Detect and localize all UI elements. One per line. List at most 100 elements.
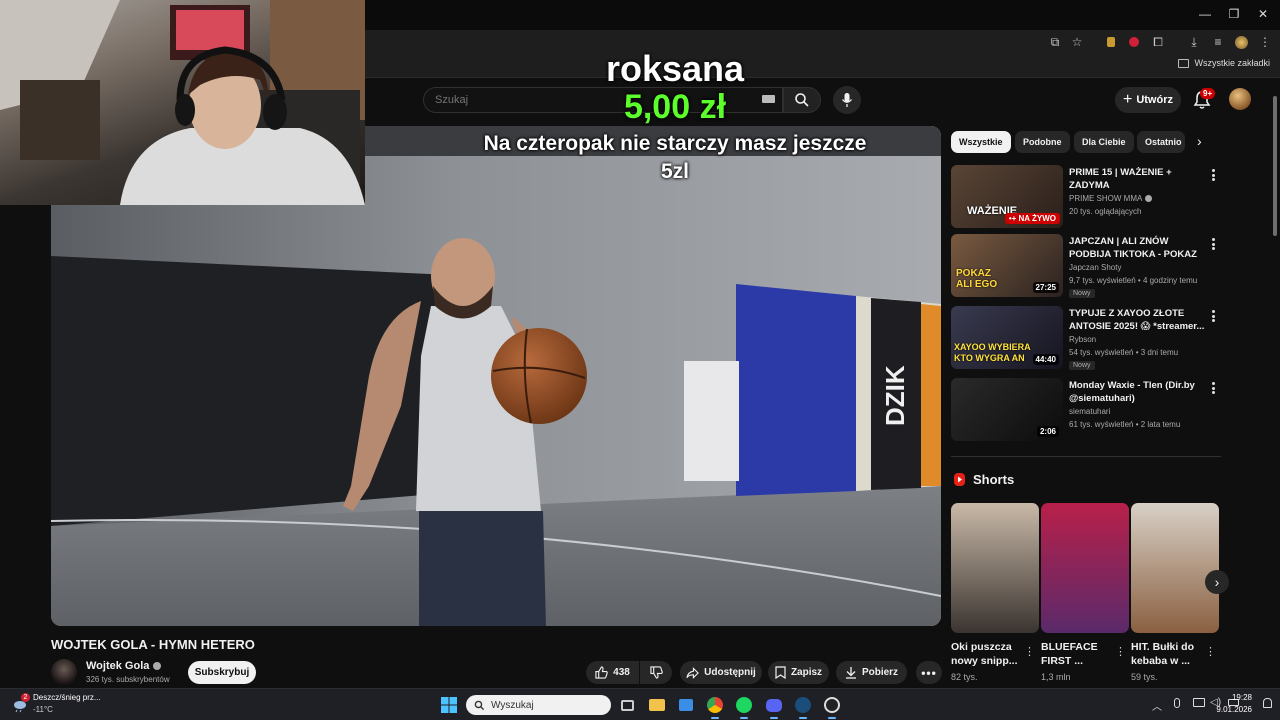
chip-all[interactable]: Wszystkie <box>951 131 1011 153</box>
live-badge: •+ NA ŻYWO <box>1004 213 1060 224</box>
short-title[interactable]: BLUEFACE FIRST ... <box>1041 640 1115 668</box>
close-button[interactable]: ✕ <box>1246 0 1280 28</box>
recommendation-title[interactable]: PRIME 15 | WAŻENIE + ZADYMA <box>1069 166 1209 192</box>
recommendation-channel[interactable]: Rybson <box>1069 335 1096 344</box>
recommendation-thumbnail[interactable]: WAŻENIE •+ NA ŻYWO <box>951 165 1063 228</box>
extension-record-icon[interactable] <box>1126 34 1142 50</box>
menu-kebab-icon[interactable]: ⋮ <box>1257 34 1273 50</box>
shorts-heading-text: Shorts <box>973 472 1015 487</box>
extensions-puzzle-icon[interactable]: ⧠ <box>1150 34 1166 50</box>
recommendation-menu-icon[interactable] <box>1210 238 1216 250</box>
tray-display-icon[interactable] <box>1193 698 1205 707</box>
recommendation-title[interactable]: Monday Waxie - Tlen (Dir.by @siematuhari… <box>1069 379 1209 405</box>
install-app-icon[interactable]: ⧉ <box>1047 34 1063 50</box>
short-thumbnail[interactable] <box>1131 503 1219 633</box>
file-explorer-icon[interactable] <box>647 695 667 715</box>
subscribe-button[interactable]: Subskrybuj <box>188 661 256 684</box>
channel-name[interactable]: Wojtek Gola <box>86 660 162 672</box>
chips-next-chevron-icon[interactable]: › <box>1197 133 1202 149</box>
download-button[interactable]: Pobierz <box>836 661 907 684</box>
recommendation-channel-text: PRIME SHOW MMA <box>1069 194 1143 203</box>
all-bookmarks-folder[interactable]: Wszystkie zakładki <box>1178 58 1270 68</box>
duration-badge: 44:40 <box>1032 354 1059 365</box>
recommendation-menu-icon[interactable] <box>1210 310 1216 322</box>
alert-donor-name: roksana <box>605 48 745 89</box>
like-button[interactable]: 438 <box>586 661 639 684</box>
short-views: 59 tys. <box>1131 672 1158 682</box>
search-icon <box>474 700 485 710</box>
account-avatar[interactable] <box>1229 88 1251 110</box>
tray-clock[interactable]: 19:28 9.01.2026 <box>1216 692 1252 716</box>
dislike-button[interactable] <box>640 661 672 684</box>
extension-icon[interactable] <box>1103 34 1119 50</box>
recommendation-menu-icon[interactable] <box>1210 169 1216 181</box>
discord-icon[interactable] <box>764 695 784 719</box>
chip-related[interactable]: Podobne <box>1015 131 1070 153</box>
obs-icon[interactable] <box>822 695 842 719</box>
webcam-overlay <box>0 0 365 205</box>
tray-date: 9.01.2026 <box>1216 705 1252 714</box>
start-button[interactable] <box>439 695 459 715</box>
thumbs-up-icon <box>595 666 608 679</box>
store-icon[interactable] <box>676 695 696 715</box>
tray-chevron-up-icon[interactable]: ︿ <box>1152 698 1162 713</box>
recommendation-title[interactable]: TYPUJE Z XAYOO ZŁOTE ANTOSIE 2025! 😱 *st… <box>1069 307 1209 333</box>
shorts-next-button[interactable]: › <box>1205 570 1229 594</box>
chip-recent[interactable]: Ostatnio <box>1137 131 1185 153</box>
voice-search-button[interactable] <box>833 86 861 114</box>
tray-microphone-icon[interactable] <box>1174 698 1180 708</box>
weather-temperature: -11°C <box>33 705 53 714</box>
chip-for-you[interactable]: Dla Ciebie <box>1074 131 1134 153</box>
create-label: Utwórz <box>1136 94 1173 106</box>
steam-icon[interactable] <box>793 695 813 719</box>
recommendation-item[interactable]: XAYOO WYBIERA KTO WYGRA AN 44:40 TYPUJE … <box>951 306 1221 370</box>
live-badge-text: NA ŻYWO <box>1018 214 1056 223</box>
chrome-icon[interactable] <box>705 695 725 719</box>
microphone-icon <box>841 93 853 107</box>
short-menu-icon[interactable]: ⋮ <box>1205 645 1216 658</box>
more-actions-button[interactable]: ••• <box>916 661 942 684</box>
recommendation-thumbnail[interactable]: POKAZ ALI EGO 27:25 <box>951 234 1063 297</box>
new-badge: Nowy <box>1069 361 1095 370</box>
scrollbar-thumb[interactable] <box>1273 96 1277 236</box>
task-view-icon[interactable] <box>617 695 637 715</box>
share-label: Udostępnij <box>704 667 756 678</box>
recommendation-thumbnail[interactable]: XAYOO WYBIERA KTO WYGRA AN 44:40 <box>951 306 1063 369</box>
short-thumbnail[interactable] <box>951 503 1039 633</box>
recommendation-channel[interactable]: siematuhari <box>1069 407 1110 416</box>
short-menu-icon[interactable]: ⋮ <box>1024 645 1035 658</box>
short-views: 1,3 mln <box>1041 672 1071 682</box>
bookmark-star-icon[interactable]: ☆ <box>1069 34 1085 50</box>
shorts-logo-icon <box>954 473 965 486</box>
recommendation-menu-icon[interactable] <box>1210 382 1216 394</box>
like-count: 438 <box>613 667 630 678</box>
notification-bell-icon[interactable] <box>1263 698 1272 708</box>
recommendation-channel[interactable]: Japczan Shoty <box>1069 263 1121 272</box>
spotify-icon[interactable] <box>734 695 754 719</box>
recommendation-thumbnail[interactable]: 2:06 <box>951 378 1063 441</box>
taskbar-search[interactable]: Wyszukaj <box>466 695 611 715</box>
save-bookmark-icon <box>775 666 786 679</box>
recommendation-title[interactable]: JAPCZAN | ALI ZNÓW PODBIJA TIKTOKA - POK… <box>1069 235 1209 261</box>
create-button[interactable]: + Utwórz <box>1115 87 1181 113</box>
share-button[interactable]: Udostępnij <box>680 661 762 684</box>
recommendation-item[interactable]: WAŻENIE •+ NA ŻYWO PRIME 15 | WAŻENIE + … <box>951 165 1221 229</box>
profile-icon[interactable] <box>1233 34 1249 50</box>
streamer-webcam <box>0 0 365 205</box>
share-icon <box>686 666 700 679</box>
channel-avatar[interactable] <box>51 659 77 685</box>
short-menu-icon[interactable]: ⋮ <box>1115 645 1126 658</box>
download-label: Pobierz <box>861 667 899 678</box>
short-title[interactable]: Oki puszcza nowy snipp... <box>951 640 1025 668</box>
save-button[interactable]: Zapisz <box>768 661 829 684</box>
recommendation-channel[interactable]: PRIME SHOW MMA <box>1069 194 1153 203</box>
all-bookmarks-label: Wszystkie zakładki <box>1194 58 1270 68</box>
download-icon[interactable]: ⤓ <box>1186 34 1202 50</box>
recommendation-item[interactable]: POKAZ ALI EGO 27:25 JAPCZAN | ALI ZNÓW P… <box>951 234 1221 298</box>
recommendation-item[interactable]: 2:06 Monday Waxie - Tlen (Dir.by @siemat… <box>951 378 1221 442</box>
page-scrollbar[interactable] <box>1271 80 1279 688</box>
thumbnail-caption: POKAZ ALI EGO <box>956 268 998 290</box>
short-thumbnail[interactable] <box>1041 503 1129 633</box>
short-title[interactable]: HIT. Bułki do kebaba w ... <box>1131 640 1205 668</box>
reading-list-icon[interactable]: ≡ <box>1210 34 1226 50</box>
